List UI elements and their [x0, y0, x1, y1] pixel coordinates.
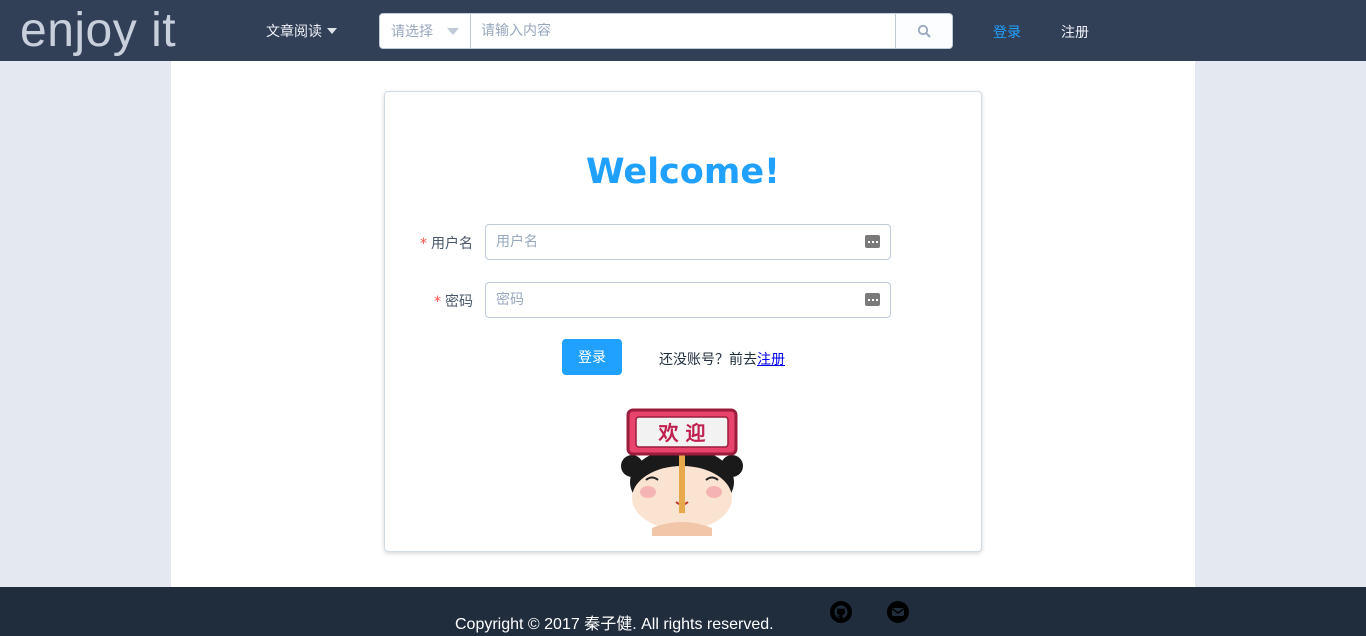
- register-hint: 还没账号？前去注册: [659, 349, 785, 369]
- main-content: Welcome! *用户名 *密码 登录 还没账号？前去注册: [171, 61, 1195, 587]
- mascot-sign-text: 欢 迎: [658, 421, 706, 445]
- password-field-wrapper: [485, 282, 891, 318]
- search-bar: 请选择: [379, 13, 953, 49]
- top-navbar: enjoy it 文章阅读 请选择 登录 注册: [0, 0, 1366, 61]
- password-label-text: 密码: [445, 294, 473, 310]
- password-label: * 密码: [434, 291, 473, 311]
- login-button[interactable]: 登录: [562, 339, 622, 375]
- keyboard-icon[interactable]: [865, 293, 880, 306]
- caret-down-icon: [447, 28, 459, 35]
- site-logo[interactable]: enjoy it: [20, 2, 176, 60]
- mail-icon[interactable]: [886, 600, 910, 624]
- caret-down-icon: [327, 28, 337, 34]
- welcome-title: Welcome!: [585, 152, 781, 192]
- username-label: * 用户名: [420, 233, 473, 253]
- search-category-select[interactable]: 请选择: [380, 14, 471, 48]
- username-label-text: 用户名: [431, 236, 473, 252]
- github-icon[interactable]: [829, 600, 853, 624]
- password-row: * 密码: [385, 282, 981, 318]
- password-field[interactable]: [486, 283, 890, 317]
- search-icon: [917, 24, 931, 38]
- article-reading-menu-label: 文章阅读: [266, 24, 322, 40]
- nav-register-link[interactable]: 注册: [1061, 22, 1089, 42]
- login-card: Welcome! *用户名 *密码 登录 还没账号？前去注册: [384, 91, 982, 552]
- username-row: * 用户名: [385, 224, 981, 260]
- nav-login-link[interactable]: 登录: [993, 22, 1021, 42]
- required-mark: *: [434, 294, 441, 310]
- register-hint-text: 还没账号？前去: [659, 352, 757, 368]
- search-category-placeholder: 请选择: [391, 24, 433, 40]
- username-field-wrapper: [485, 224, 891, 260]
- search-input[interactable]: [471, 14, 895, 48]
- username-field[interactable]: [486, 225, 890, 259]
- welcome-mascot-image: 欢 迎: [621, 408, 743, 536]
- article-reading-menu[interactable]: 文章阅读: [266, 21, 337, 41]
- required-mark: *: [420, 236, 427, 252]
- register-link[interactable]: 注册: [757, 352, 785, 368]
- footer: Copyright © 2017 秦子健. All rights reserve…: [0, 587, 1366, 636]
- keyboard-icon[interactable]: [865, 235, 880, 248]
- copyright-text: Copyright © 2017 秦子健. All rights reserve…: [455, 616, 774, 633]
- search-button[interactable]: [895, 14, 952, 48]
